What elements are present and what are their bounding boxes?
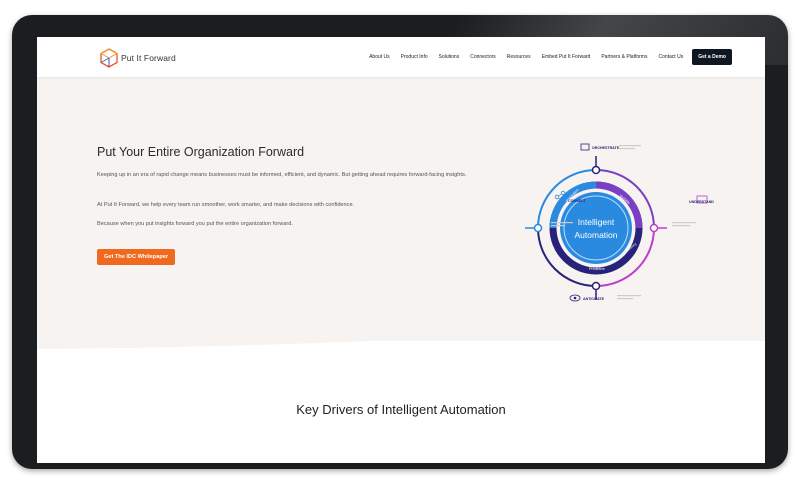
brand-logo[interactable]: Put It Forward [99,48,176,68]
node-understand: UNDERSTAND [672,195,714,227]
node-anticipate: ANTICIPATE [569,294,641,302]
diagram-center-title-2: Automation [575,230,618,240]
hero-paragraph: At Put It Forward, we help every team ru… [97,202,355,208]
browser-viewport: Put It Forward About Us Product Info Sol… [37,37,765,463]
logo-cube-icon [99,48,119,68]
svg-text:CONNECT: CONNECT [568,199,587,203]
svg-text:UNDERSTAND: UNDERSTAND [689,200,714,204]
node-orchestrate: ORCHESTRATE [580,143,641,151]
nav-link-partners[interactable]: Partners & Platforms [601,54,647,60]
nav-link-product-info[interactable]: Product Info [401,54,428,60]
nav-link-embed[interactable]: Embed Put It Forward [542,54,591,60]
ring-word-predictive: Predictive [589,267,605,271]
nav-link-contact[interactable]: Contact Us [658,54,683,60]
diagram-center-title-1: Intelligent [578,217,615,227]
hero-paragraph: Keeping up in an era of rapid change mea… [97,172,467,178]
nav-link-connectors[interactable]: Connectors [470,54,496,60]
intelligent-automation-diagram: Intelligent Automation Integration Visib… [525,143,714,302]
hero-paragraph: Because when you put insights forward yo… [97,221,293,227]
idc-whitepaper-button[interactable]: Get The IDC Whitepaper [97,249,176,265]
nav-link-resources[interactable]: Resources [507,54,531,60]
monitor-frame: Put It Forward About Us Product Info Sol… [12,15,788,469]
section-title: Key Drivers of Intelligent Automation [296,402,506,417]
get-demo-button[interactable]: Get a Demo [692,49,732,65]
nav-link-solutions[interactable]: Solutions [439,54,460,60]
nav-menu: About Us Product Info Solutions Connecto… [358,49,732,65]
top-navigation: Put It Forward About Us Product Info Sol… [37,37,765,77]
hero-title: Put Your Entire Organization Forward [97,145,305,159]
svg-text:ORCHESTRATE: ORCHESTRATE [592,146,620,150]
brand-name: Put It Forward [121,53,176,63]
clipboard-icon [580,143,590,151]
nav-link-about[interactable]: About Us [369,54,390,60]
svg-text:ANTICIPATE: ANTICIPATE [583,297,605,301]
